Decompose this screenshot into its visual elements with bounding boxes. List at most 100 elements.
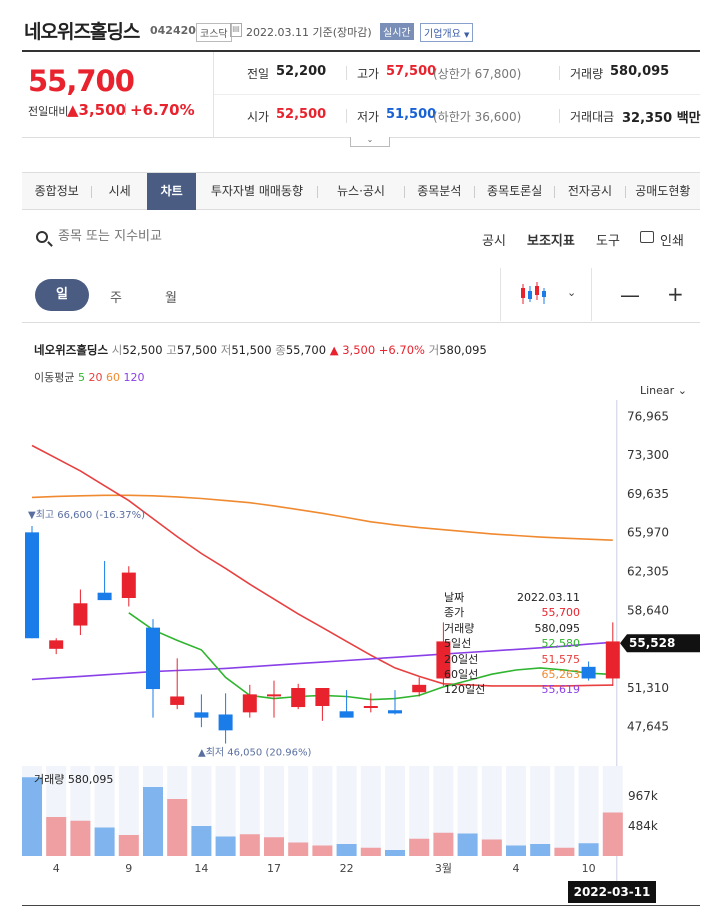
zoom-out-button[interactable]: — [620,283,640,307]
chart-type-selector[interactable] [500,268,592,321]
candle-body [73,603,88,626]
period-week-button[interactable]: 주 [110,287,122,306]
candle-body [49,640,64,649]
max-price-label: ▼최고 66,600 (-16.37%) [28,509,145,521]
x-tick-label: 22 [340,862,354,875]
stock-chart[interactable]: 76,965 73,300 69,635 65,970 62,305 58,640 51,3… [0,400,717,882]
search-icon[interactable] [36,231,48,243]
volume-bar [143,787,163,856]
ma20-legend[interactable]: 20 [88,371,102,384]
chevron-down-icon[interactable]: ⌄ [567,286,576,299]
tab-3[interactable]: 투자자별 매매동향 [196,173,317,210]
candle-body [170,696,185,705]
stat-sep [346,109,347,123]
volume-bg-bar [336,766,357,856]
x-tick-label: 3월 [435,862,452,875]
tt-close-label: 종가 [444,606,465,620]
scale-selector[interactable]: Linear ⌄ [640,384,687,397]
dropdown-arrow-icon: ▼ [464,31,470,39]
stat-prev-label: 전일 [247,67,270,81]
stat-high-value: 57,500 [386,64,437,79]
stat-amount-value: 32,350 백만 [622,111,701,126]
stat-low-label: 저가 [357,110,380,124]
tab-4[interactable]: 뉴스·공시 [318,173,403,210]
volume-bg-bar [360,766,381,856]
ma120-legend[interactable]: 120 [123,371,144,384]
candle-body [121,572,136,598]
expand-toggle-button[interactable]: ⌄ [350,136,390,147]
candle-body [363,706,378,708]
candle-body [97,592,112,601]
info-close-label: 종 [275,343,286,357]
prev-day-label: 전일대비 [28,105,69,118]
tt-date: 2022.03.11 [517,591,580,604]
main-tabs: 종합정보 시세 차트 투자자별 매매동향 뉴스·공시 종목분석 종목토론실 전자공시 공매도현황 [22,172,700,210]
indicator-button[interactable]: 보조지표 [527,230,575,249]
volume-bar [506,845,526,856]
x-tick-label: 17 [267,862,281,875]
period-divider [22,322,700,323]
y-tick-label: 69,635 [627,487,669,501]
min-price-label: ▲최저 46,050 (20.96%) [198,747,311,759]
candle-body [267,694,281,697]
volume-bar [215,836,236,856]
volume-bar [191,826,212,856]
tt-vol-label: 거래량 [444,621,475,635]
tab-2[interactable]: 차트 [146,173,197,210]
period-month-button[interactable]: 월 [165,287,177,306]
candle-body [315,688,330,706]
x-tick-label: 10 [582,862,596,875]
tab-7[interactable]: 전자공시 [555,173,624,210]
x-tick-label: 9 [125,862,132,875]
tab-5[interactable]: 종목분석 [405,173,474,210]
chart-tooltip: 날짜 2022.03.11 종가 55,700 거래량 580,095 5일선 52,5… [444,590,580,698]
search-input[interactable] [58,229,258,244]
x-tick-label: 14 [194,862,208,875]
tab-6[interactable]: 종목토론실 [475,173,554,210]
candle-body [605,641,620,679]
candle-body [339,711,354,718]
volume-bg-bar [578,766,599,856]
stat-lower-limit: (하한가 36,600) [433,110,522,124]
y-tick-label: 65,970 [627,526,669,540]
change-separator [125,103,126,115]
tab-1[interactable]: 시세 [92,173,147,210]
ma60-legend[interactable]: 60 [106,371,120,384]
zoom-in-button[interactable]: + [667,282,684,306]
info-high-label: 고 [166,343,177,357]
stat-low-value: 51,500 [386,107,437,122]
current-price-label: 55,528 [629,636,675,650]
tab-0[interactable]: 종합정보 [22,173,91,210]
ma5-legend[interactable]: 5 [78,371,85,384]
volume-bar [118,835,139,856]
y-tick-label: 76,965 [627,409,669,423]
stock-code: 042420 [150,24,196,37]
ma-label: 이동평균 [34,371,75,384]
print-button[interactable]: 인쇄 [660,230,684,249]
realtime-button[interactable]: 실시간 [380,23,414,40]
company-overview-dropdown[interactable]: 기업개요 ▼ [420,23,474,42]
price-divider [213,52,214,138]
candle-body [412,684,427,693]
period-day-button[interactable]: 일 [35,279,89,311]
printer-icon[interactable] [640,231,654,243]
volume-bar [22,777,42,856]
stat-open-value: 52,500 [276,107,327,122]
stat-volume-label: 거래량 [570,67,604,81]
stock-title: 네오위즈홀딩스 [24,21,140,43]
price-change-pct: +6.70% [130,101,195,119]
tools-button[interactable]: 도구 [596,230,620,249]
disclosure-button[interactable]: 공시 [482,230,506,249]
y-tick-label: 62,305 [627,564,669,578]
volume-tick-label: 484k [628,819,658,833]
candle-body [242,694,257,713]
market-badge: 코스닥 [196,23,232,42]
info-low: 51,500 [231,343,272,357]
volume-bar [46,817,67,856]
stat-upper-limit: (상한가 67,800) [433,67,522,81]
stat-volume-value: 580,095 [610,64,670,79]
tab-8[interactable]: 공매도현황 [626,173,700,210]
candle-body [291,688,306,708]
tt-date-label: 날짜 [444,591,465,604]
tt-ma120: 55,619 [541,683,581,697]
